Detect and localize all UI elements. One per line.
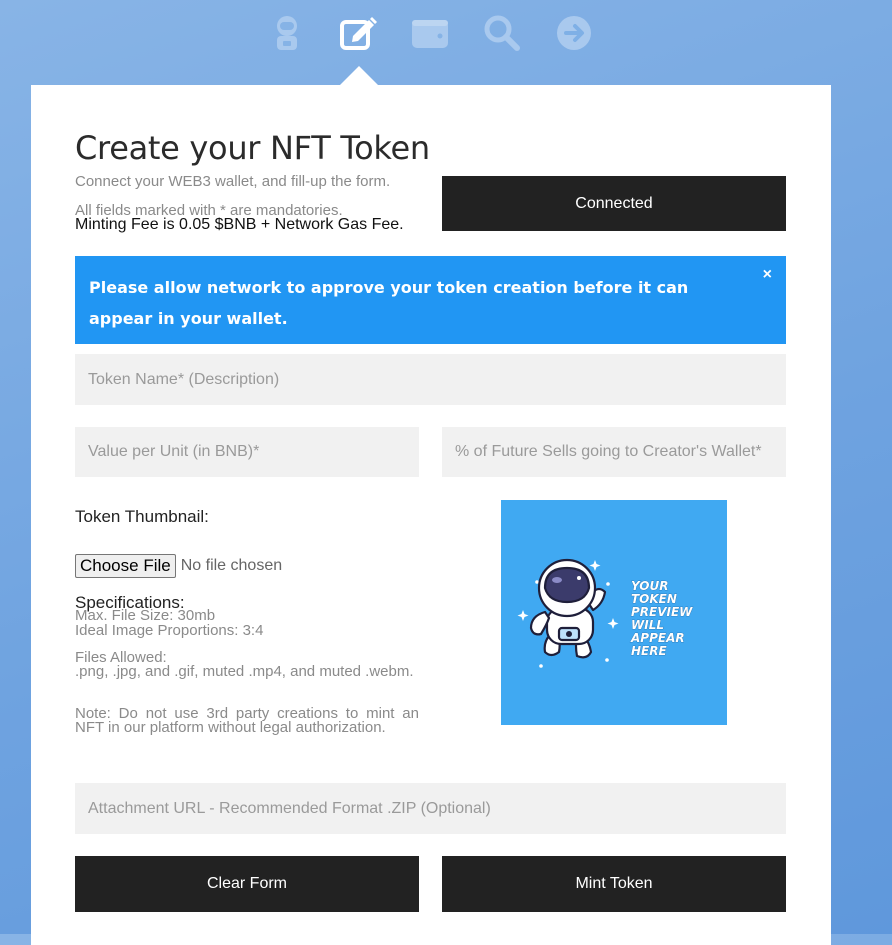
clear-form-button[interactable]: Clear Form [75, 856, 419, 912]
page-title: Create your NFT Token [75, 129, 430, 167]
token-preview-image: YOUR TOKEN PREVIEW WILL APPEAR HERE [501, 500, 727, 725]
close-icon[interactable]: × [763, 266, 772, 284]
legal-note: Note: Do not use 3rd party creations to … [75, 705, 419, 736]
thumbnail-label: Token Thumbnail: [75, 507, 209, 526]
preview-text-line: YOUR [631, 579, 668, 593]
minting-fee-text: Minting Fee is 0.05 $BNB + Network Gas F… [75, 216, 404, 233]
preview-text-line: HERE [631, 644, 667, 658]
astronaut-icon[interactable] [268, 14, 306, 52]
file-upload: Choose File No file chosen [75, 554, 282, 578]
mint-token-button[interactable]: Mint Token [442, 856, 786, 912]
file-status: No file chosen [180, 557, 283, 574]
image-proportions: Ideal Image Proportions: 3:4 [75, 622, 264, 639]
alert-banner: Please allow network to approve your tok… [75, 256, 786, 344]
active-tab-pointer [339, 66, 379, 86]
search-icon[interactable] [483, 14, 521, 52]
edit-icon[interactable] [339, 14, 377, 52]
max-file-size: Max. File Size: 30mb [75, 607, 216, 624]
connect-wallet-button[interactable]: Connected [442, 176, 786, 231]
arrow-right-circle-icon[interactable] [555, 14, 593, 52]
files-allowed: .png, .jpg, and .gif, muted .mp4, and mu… [75, 663, 414, 680]
royalty-percentage-input[interactable] [442, 427, 786, 477]
attachment-url-input[interactable] [75, 783, 786, 834]
alert-text: Please allow network to approve your tok… [89, 278, 689, 328]
token-name-input[interactable] [75, 354, 786, 405]
top-nav [0, 0, 892, 70]
wallet-icon[interactable] [411, 14, 449, 52]
astronaut-illustration: YOUR TOKEN PREVIEW WILL APPEAR HERE [517, 558, 693, 668]
value-per-unit-input[interactable] [75, 427, 419, 477]
preview-text-line: APPEAR [630, 631, 685, 645]
intro-text: Connect your WEB3 wallet, and fill-up th… [75, 173, 391, 190]
preview-text-line: PREVIEW [631, 605, 693, 619]
preview-text-line: TOKEN [631, 592, 677, 606]
preview-text-line: WILL [631, 618, 664, 632]
create-token-card: Create your NFT Token Connect your WEB3 … [31, 85, 831, 945]
choose-file-button[interactable]: Choose File [75, 554, 176, 578]
